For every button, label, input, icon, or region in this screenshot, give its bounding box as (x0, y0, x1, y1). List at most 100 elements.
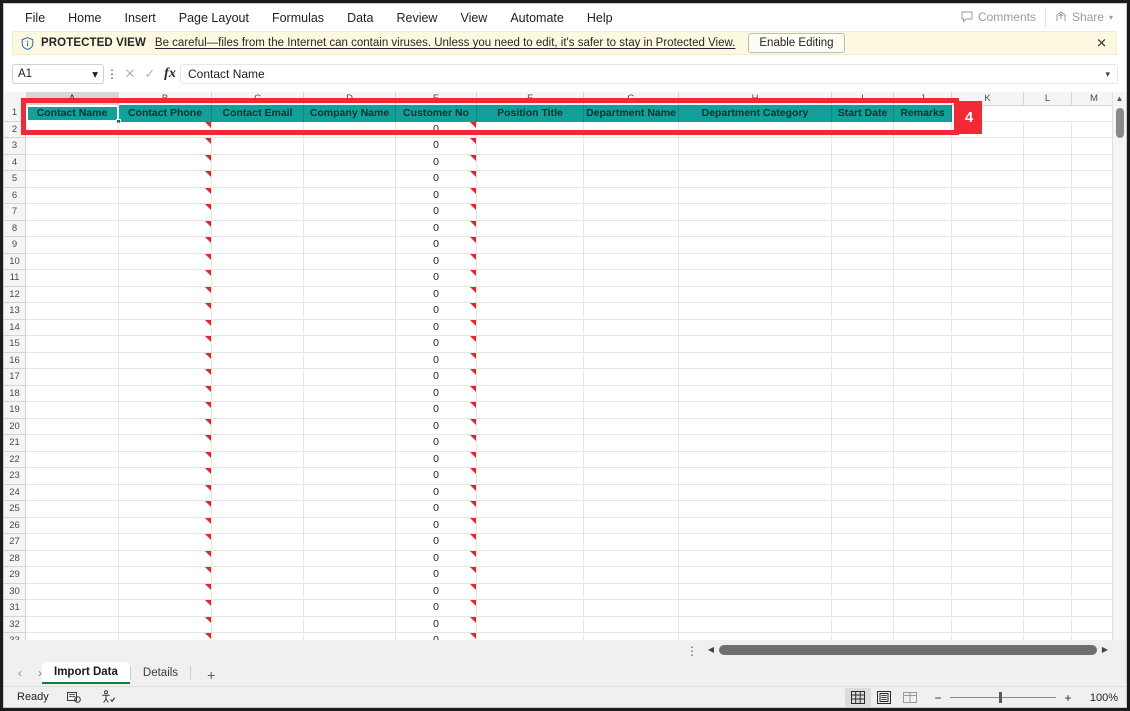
comment-marker-icon[interactable] (205, 303, 211, 309)
comment-marker-icon[interactable] (205, 237, 211, 243)
cell-L8[interactable] (1024, 220, 1072, 236)
comment-marker-icon[interactable] (470, 352, 476, 359)
cell-J16[interactable] (894, 352, 952, 368)
cell-K6[interactable] (952, 187, 1024, 203)
row-header-8[interactable]: 8 (4, 221, 25, 237)
row-header-10[interactable]: 10 (4, 254, 25, 270)
cell-A15[interactable] (26, 336, 119, 352)
cell-K19[interactable] (952, 402, 1024, 418)
cell-J20[interactable] (894, 418, 952, 434)
header-cell-B1[interactable]: Contact Phone (119, 105, 212, 122)
cell-D6[interactable] (304, 187, 396, 203)
cell-E6[interactable]: 0 (396, 187, 477, 203)
cell-E3[interactable]: 0 (396, 138, 477, 154)
cell-B18[interactable] (119, 385, 212, 401)
cell-G17[interactable] (584, 369, 679, 385)
cell-K18[interactable] (952, 385, 1024, 401)
comment-marker-icon[interactable] (470, 253, 476, 260)
cell-B23[interactable] (119, 468, 212, 484)
cell-H15[interactable] (679, 336, 832, 352)
cell-D14[interactable] (304, 319, 396, 335)
cell-G32[interactable] (584, 616, 679, 632)
cell-I9[interactable] (832, 237, 894, 253)
header-cell-D1[interactable]: Company Name (304, 105, 396, 122)
ribbon-tab-data[interactable]: Data (336, 7, 384, 29)
cell-G12[interactable] (584, 286, 679, 302)
cell-L30[interactable] (1024, 583, 1072, 599)
cell-E8[interactable]: 0 (396, 220, 477, 236)
cell-B10[interactable] (119, 253, 212, 269)
cell-K13[interactable] (952, 303, 1024, 319)
cell-M29[interactable] (1072, 567, 1117, 583)
cell-A12[interactable] (26, 286, 119, 302)
cell-L15[interactable] (1024, 336, 1072, 352)
cell-G15[interactable] (584, 336, 679, 352)
cell-H26[interactable] (679, 517, 832, 533)
cell-D27[interactable] (304, 534, 396, 550)
vertical-scrollbar[interactable]: ▲ ▼ (1112, 92, 1126, 668)
cell-A31[interactable] (26, 600, 119, 616)
column-header-g[interactable]: G (584, 92, 679, 105)
cell-M16[interactable] (1072, 352, 1117, 368)
column-header-l[interactable]: L (1024, 92, 1072, 105)
comment-marker-icon[interactable] (470, 270, 476, 276)
cell-M28[interactable] (1072, 550, 1117, 566)
cell-H8[interactable] (679, 220, 832, 236)
cell-F32[interactable] (477, 616, 584, 632)
cell-H19[interactable] (679, 402, 832, 418)
cell-E20[interactable]: 0 (396, 418, 477, 434)
zoom-slider-handle[interactable] (999, 692, 1002, 703)
cell-K27[interactable] (952, 534, 1024, 550)
comment-marker-icon[interactable] (470, 369, 476, 375)
cell-C6[interactable] (212, 187, 304, 203)
column-header-f[interactable]: F (477, 92, 584, 105)
comment-marker-icon[interactable] (205, 616, 211, 623)
row-header-4[interactable]: 4 (4, 155, 25, 171)
cell-L25[interactable] (1024, 501, 1072, 517)
cell-H9[interactable] (679, 237, 832, 253)
cell-H30[interactable] (679, 583, 832, 599)
scroll-right-icon[interactable]: ▶ (1098, 645, 1112, 654)
name-box[interactable]: A1 ▾ (12, 64, 104, 84)
cell-M8[interactable] (1072, 220, 1117, 236)
cell-J27[interactable] (894, 534, 952, 550)
cell-F30[interactable] (477, 583, 584, 599)
cell-L13[interactable] (1024, 303, 1072, 319)
cell-K29[interactable] (952, 567, 1024, 583)
cell-L32[interactable] (1024, 616, 1072, 632)
cell-D4[interactable] (304, 154, 396, 170)
cell-L22[interactable] (1024, 451, 1072, 467)
cell-L2[interactable] (1024, 121, 1072, 137)
cell-L18[interactable] (1024, 385, 1072, 401)
comment-marker-icon[interactable] (205, 369, 211, 375)
cell-F21[interactable] (477, 435, 584, 451)
cell-E14[interactable]: 0 (396, 319, 477, 335)
cell-I17[interactable] (832, 369, 894, 385)
cell-C7[interactable] (212, 204, 304, 220)
row-header-22[interactable]: 22 (4, 452, 25, 468)
cell-G10[interactable] (584, 253, 679, 269)
row-header-21[interactable]: 21 (4, 435, 25, 452)
cell-E21[interactable]: 0 (396, 435, 477, 451)
cell-I16[interactable] (832, 352, 894, 368)
row-header-24[interactable]: 24 (4, 485, 25, 501)
cell-F9[interactable] (477, 237, 584, 253)
cell-M31[interactable] (1072, 600, 1117, 616)
comment-marker-icon[interactable] (205, 385, 211, 392)
cell-D7[interactable] (304, 204, 396, 220)
cell-E13[interactable]: 0 (396, 303, 477, 319)
cell-I13[interactable] (832, 303, 894, 319)
cell-F6[interactable] (477, 187, 584, 203)
cell-E17[interactable]: 0 (396, 369, 477, 385)
cell-A26[interactable] (26, 517, 119, 533)
column-header-j[interactable]: J (894, 92, 952, 105)
cell-F4[interactable] (477, 154, 584, 170)
ribbon-tab-review[interactable]: Review (385, 7, 448, 29)
cell-J30[interactable] (894, 583, 952, 599)
comment-marker-icon[interactable] (470, 567, 476, 573)
cell-B30[interactable] (119, 583, 212, 599)
insert-function-icon[interactable]: fx (160, 66, 180, 82)
cell-B6[interactable] (119, 187, 212, 203)
comment-marker-icon[interactable] (470, 435, 476, 441)
cell-J32[interactable] (894, 616, 952, 632)
